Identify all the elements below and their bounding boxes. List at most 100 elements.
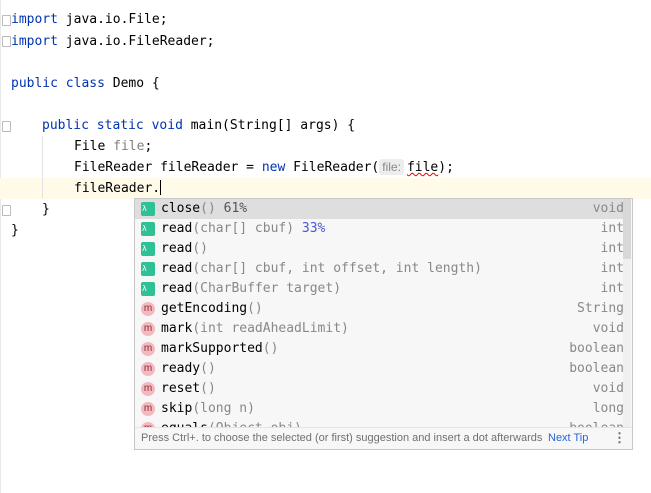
- method-icon: m: [141, 302, 155, 316]
- completion-item[interactable]: λ close() 61% void: [135, 199, 624, 219]
- keyword: public: [42, 118, 89, 133]
- return-type: void: [592, 321, 624, 336]
- completion-item[interactable]: m ready() boolean: [135, 359, 624, 379]
- method-signature: read(): [161, 239, 208, 259]
- scrollbar-thumb[interactable]: [623, 199, 631, 259]
- lambda-method-icon: λ: [141, 202, 155, 216]
- method-name: skip: [161, 401, 193, 416]
- method-params: (): [200, 381, 216, 396]
- code-text: ;: [144, 139, 153, 154]
- completion-item[interactable]: λ read(char[] cbuf, int offset, int lengt…: [135, 259, 624, 279]
- code-text: main(String[] args) {: [182, 118, 356, 133]
- method-icon: m: [141, 362, 155, 376]
- fold-marker-icon[interactable]: [2, 121, 11, 132]
- method-name: read: [161, 281, 193, 296]
- return-type: int: [600, 241, 624, 256]
- indent-guide: [42, 136, 43, 198]
- code-text: java.io.FileReader;: [57, 34, 215, 49]
- method-params: (): [192, 241, 208, 256]
- keyword: static: [96, 118, 144, 133]
- completion-footer: Press Ctrl+. to choose the selected (or …: [135, 427, 632, 449]
- usage-percent: 61%: [215, 201, 248, 216]
- method-icon: m: [141, 402, 155, 416]
- return-type: long: [592, 401, 624, 416]
- keyword: public: [11, 76, 58, 91]
- return-type: String: [577, 301, 624, 316]
- return-type: void: [592, 201, 624, 216]
- method-name: close: [161, 201, 201, 216]
- code-text: fileReader.: [74, 181, 161, 196]
- code-line[interactable]: FileReader fileReader = new FileReader(f…: [74, 157, 454, 178]
- keyword: new: [261, 160, 286, 175]
- method-params: (int readAheadLimit): [192, 321, 349, 336]
- method-params: (char[] cbuf, int offset, int length): [192, 261, 482, 276]
- method-signature: ready(): [161, 359, 216, 379]
- method-icon: m: [141, 322, 155, 336]
- method-signature: read(char[] cbuf) 33%: [161, 219, 325, 239]
- more-options-icon[interactable]: ⋮: [613, 428, 626, 448]
- completion-item[interactable]: λ read(char[] cbuf) 33% int: [135, 219, 624, 239]
- completion-popup: λ close() 61% void λ read(char[] cbuf) 33% in…: [134, 198, 633, 450]
- code-line[interactable]: }: [11, 220, 19, 241]
- code-line[interactable]: public class Demo {: [11, 73, 160, 94]
- method-params: (): [262, 341, 279, 356]
- method-signature: read(CharBuffer target): [161, 279, 341, 299]
- code-line[interactable]: import java.io.FileReader;: [11, 31, 215, 52]
- method-name: read: [161, 221, 193, 236]
- method-signature: skip(long n): [161, 399, 255, 419]
- code-text: );: [438, 160, 454, 175]
- method-signature: getEncoding(): [161, 299, 263, 319]
- keyword: import: [11, 12, 58, 27]
- parameter-hint: file:: [379, 159, 404, 175]
- fold-marker-icon[interactable]: [2, 15, 11, 26]
- completion-item[interactable]: λ read() int: [135, 239, 624, 259]
- footer-tip: Press Ctrl+. to choose the selected (or …: [141, 432, 543, 444]
- return-type: boolean: [569, 361, 624, 376]
- completion-item[interactable]: m reset() void: [135, 379, 624, 399]
- completion-item[interactable]: λ read(CharBuffer target) int: [135, 279, 624, 299]
- method-params: (CharBuffer target): [192, 281, 342, 296]
- usage-percent: 33%: [294, 221, 326, 236]
- code-text: }: [42, 202, 50, 217]
- return-type: int: [600, 281, 624, 296]
- code-line[interactable]: import java.io.File;: [11, 9, 168, 30]
- completion-item[interactable]: m markSupported() boolean: [135, 339, 624, 359]
- lambda-method-icon: λ: [141, 282, 155, 296]
- completion-item[interactable]: m getEncoding() String: [135, 299, 624, 319]
- unused-variable: file: [113, 139, 145, 154]
- method-signature: read(char[] cbuf, int offset, int length…: [161, 259, 482, 279]
- method-signature: markSupported(): [161, 339, 278, 359]
- keyword: void: [151, 118, 183, 133]
- method-icon: m: [141, 382, 155, 396]
- lambda-method-icon: λ: [141, 262, 155, 276]
- next-tip-link[interactable]: Next Tip: [548, 428, 588, 448]
- text-caret: [160, 180, 162, 195]
- method-params: (char[] cbuf): [192, 221, 295, 236]
- code-line[interactable]: }: [42, 199, 50, 220]
- keyword: import: [11, 34, 58, 49]
- code-line-current[interactable]: fileReader.: [74, 178, 162, 199]
- keyword: class: [65, 76, 105, 91]
- code-text: Demo {: [104, 76, 160, 91]
- completion-item[interactable]: m mark(int readAheadLimit) void: [135, 319, 624, 339]
- code-text: File: [74, 139, 114, 154]
- method-params: (long n): [192, 401, 255, 416]
- error-argument: file: [406, 160, 439, 175]
- code-text: FileReader(: [285, 160, 380, 175]
- scrollbar[interactable]: [623, 199, 631, 429]
- code-text: java.io.File;: [57, 12, 168, 27]
- method-signature: close() 61%: [161, 199, 247, 219]
- method-name: getEncoding: [161, 301, 248, 316]
- gutter: [0, 0, 1, 493]
- fold-marker-icon[interactable]: [2, 36, 11, 47]
- completion-item[interactable]: m skip(long n) long: [135, 399, 624, 419]
- return-type: void: [592, 381, 624, 396]
- method-name: read: [161, 241, 193, 256]
- method-params: (): [247, 301, 263, 316]
- fold-marker-icon[interactable]: [2, 205, 11, 216]
- code-text: }: [11, 223, 19, 238]
- code-line[interactable]: File file;: [74, 136, 152, 157]
- code-line[interactable]: public static void main(String[] args) {: [42, 115, 355, 136]
- method-params: (): [200, 361, 216, 376]
- return-type: boolean: [569, 341, 624, 356]
